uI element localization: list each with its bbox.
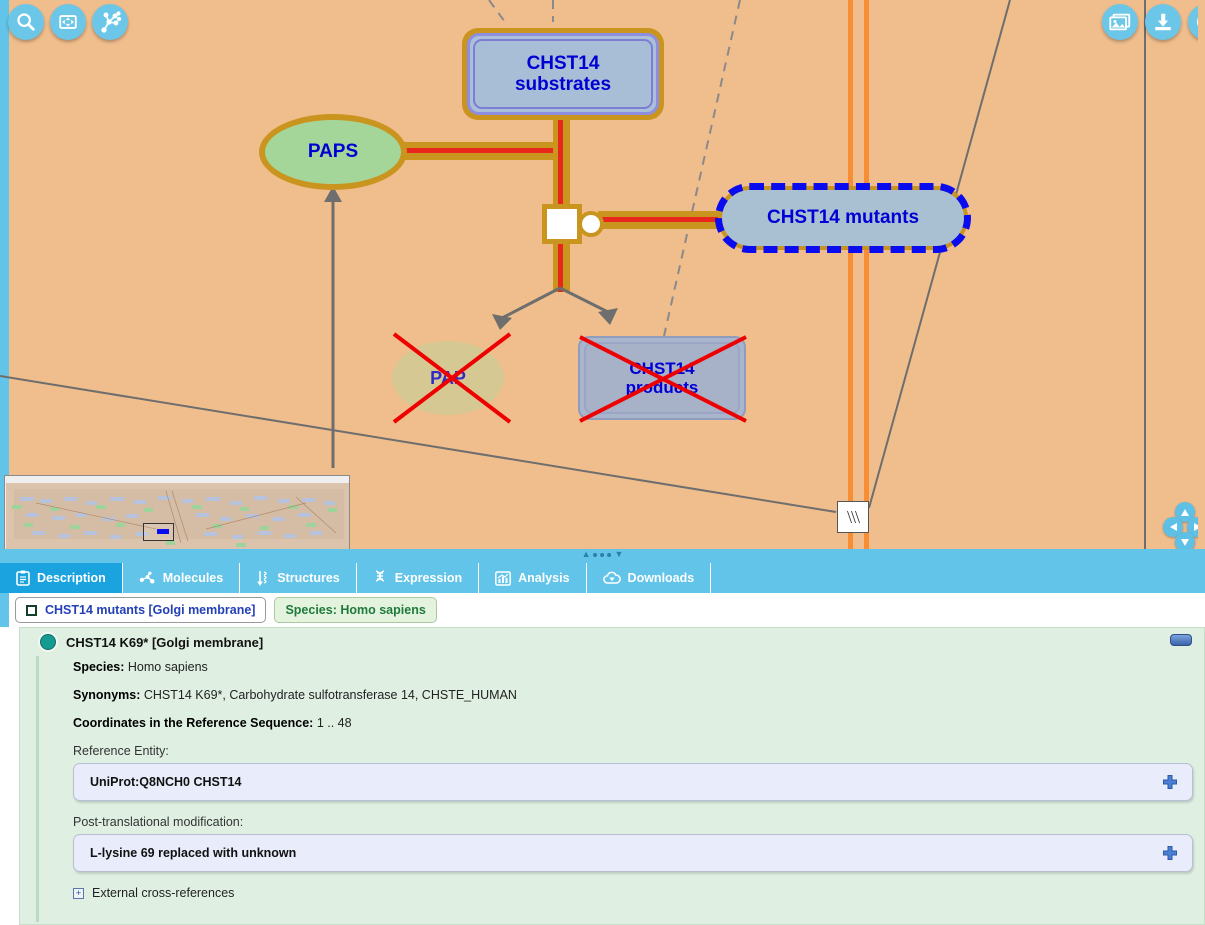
fit-to-screen-icon[interactable] — [50, 4, 86, 40]
canvas-right-gutter — [1198, 0, 1205, 563]
field-label: Species: — [73, 660, 125, 674]
search-icon[interactable] — [8, 4, 44, 40]
field-value: Homo sapiens — [127, 660, 208, 674]
breadcrumb: CHST14 mutants [Golgi membrane] Species:… — [0, 593, 1205, 627]
node-fill: CHST14 mutants — [722, 190, 964, 246]
field-value: CHST14 K69*, Carbohydrate sulfotransfera… — [143, 688, 517, 702]
tab-analysis[interactable]: Analysis — [479, 563, 587, 593]
field-label: Coordinates in the Reference Sequence: — [73, 716, 314, 730]
splitter-dot — [607, 552, 612, 557]
entity-bullet-icon — [40, 634, 56, 650]
breadcrumb-item-entity[interactable]: CHST14 mutants [Golgi membrane] — [15, 597, 267, 623]
tab-label: Downloads — [627, 571, 695, 585]
splitter-dot — [600, 552, 605, 557]
diagram-node-paps[interactable]: PAPS — [259, 114, 407, 190]
minimap[interactable] — [4, 475, 350, 557]
field-label: Synonyms: — [73, 688, 141, 702]
field-coordinates: Coordinates in the Reference Sequence: 1… — [73, 716, 1204, 730]
reaction-node[interactable] — [542, 204, 582, 244]
tab-label: Analysis — [518, 571, 570, 585]
entity-square-icon — [26, 604, 37, 616]
collapse-button[interactable] — [1170, 634, 1192, 646]
detail-card: CHST14 K69* [Golgi membrane] Species: Ho… — [19, 627, 1205, 925]
detail-title: CHST14 K69* [Golgi membrane] — [66, 634, 264, 650]
tab-description[interactable]: Description — [0, 563, 123, 593]
minimap-nodes — [12, 490, 337, 547]
node-label-products: CHST14 products — [625, 358, 699, 397]
xref-label: External cross-references — [92, 886, 235, 900]
reaction-catalyst-anchor[interactable] — [578, 211, 604, 237]
tab-expression[interactable]: Expression — [356, 563, 480, 593]
node-border-inner: CHST14 substrates — [467, 33, 659, 115]
splitter-dot — [593, 552, 598, 557]
expand-plus-icon[interactable] — [1162, 845, 1178, 861]
reference-entity-box[interactable]: UniProt:Q8NCH0 CHST14 — [73, 763, 1193, 801]
tab-label: Description — [37, 571, 106, 585]
export-image-icon[interactable] — [1102, 4, 1138, 40]
ptm-box[interactable]: L-lysine 69 replaced with unknown — [73, 834, 1193, 872]
external-cross-references-toggle[interactable]: + External cross-references — [73, 886, 1204, 900]
node-label-substrates: CHST14 substrates — [514, 52, 612, 95]
expand-plus-icon[interactable] — [1162, 774, 1178, 790]
minimap-selection — [157, 529, 169, 534]
clipboard-icon — [16, 570, 30, 586]
membrane-glyph-icon: \\\ — [837, 501, 869, 533]
compartment-line-1 — [848, 0, 853, 549]
node-fill: CHST14 substrates — [473, 39, 653, 109]
splitter-up-arrow-icon: ▲ — [581, 549, 591, 559]
tab-label: Structures — [277, 571, 340, 585]
tab-structures[interactable]: Structures — [240, 563, 357, 593]
structure-icon — [256, 570, 270, 587]
splitter-down-arrow-icon: ▼ — [614, 549, 624, 559]
tab-molecules[interactable]: Molecules — [122, 563, 241, 593]
tab-label: Molecules — [162, 571, 224, 585]
diagram-node-chst14-products[interactable]: CHST14 products — [578, 336, 746, 420]
label-ptm: Post-translational modification: — [73, 815, 244, 829]
detail-tab-bar[interactable]: Description Molecules Structures Express… — [0, 563, 1205, 593]
tab-label: Expression — [394, 571, 463, 585]
field-species: Species: Homo sapiens — [73, 660, 1204, 674]
panel-splitter[interactable]: ▲ ▼ — [0, 549, 1205, 563]
node-label-paps: PAPS — [307, 141, 359, 163]
tab-downloads[interactable]: Downloads — [586, 563, 712, 593]
breadcrumb-item-species[interactable]: Species: Homo sapiens — [274, 597, 437, 623]
breadcrumb-label: CHST14 mutants [Golgi membrane] — [45, 603, 256, 617]
splitter-handle[interactable]: ▲ ▼ — [582, 550, 624, 559]
compartment-line-2 — [864, 0, 869, 549]
breadcrumb-label: Species: Homo sapiens — [285, 603, 426, 617]
download-icon[interactable] — [1145, 4, 1181, 40]
detail-header: CHST14 K69* [Golgi membrane] — [20, 628, 1204, 656]
field-synonyms: Synonyms: CHST14 K69*, Carbohydrate sulf… — [73, 688, 1204, 702]
molecule-icon — [139, 571, 156, 585]
minimap-canvas — [6, 483, 349, 551]
diagram-node-pap[interactable]: PAP — [392, 341, 504, 415]
diagram-node-chst14-substrates[interactable]: CHST14 substrates — [462, 28, 664, 120]
label-reference-entity: Reference Entity: — [73, 744, 169, 758]
edge-mutants-core — [598, 217, 726, 222]
node-fill: PAPS — [265, 120, 401, 184]
pathway-diagram-canvas[interactable]: CHST14 substrates PAPS CHST14 mutants PAP… — [0, 0, 1205, 563]
ptm-value: L-lysine 69 replaced with unknown — [90, 846, 297, 860]
tab-bar-filler — [711, 563, 1205, 593]
reference-entity-value: UniProt:Q8NCH0 CHST14 — [90, 775, 242, 789]
node-label-pap: PAP — [430, 367, 466, 388]
expand-box-icon: + — [73, 887, 84, 899]
pathway-overview-icon[interactable] — [92, 4, 128, 40]
dna-icon — [373, 570, 388, 586]
node-label-mutants: CHST14 mutants — [766, 207, 920, 229]
node-fill: CHST14 products — [584, 342, 740, 414]
diagram-node-chst14-mutants[interactable]: CHST14 mutants — [715, 183, 971, 253]
field-value: 1 .. 48 — [316, 716, 352, 730]
bar-chart-icon — [495, 570, 512, 586]
cloud-download-icon — [602, 571, 621, 585]
detail-panel: CHST14 K69* [Golgi membrane] Species: Ho… — [9, 627, 1205, 925]
detail-body: Species: Homo sapiens Synonyms: CHST14 K… — [36, 656, 1204, 922]
edge-paps-core — [400, 148, 565, 153]
